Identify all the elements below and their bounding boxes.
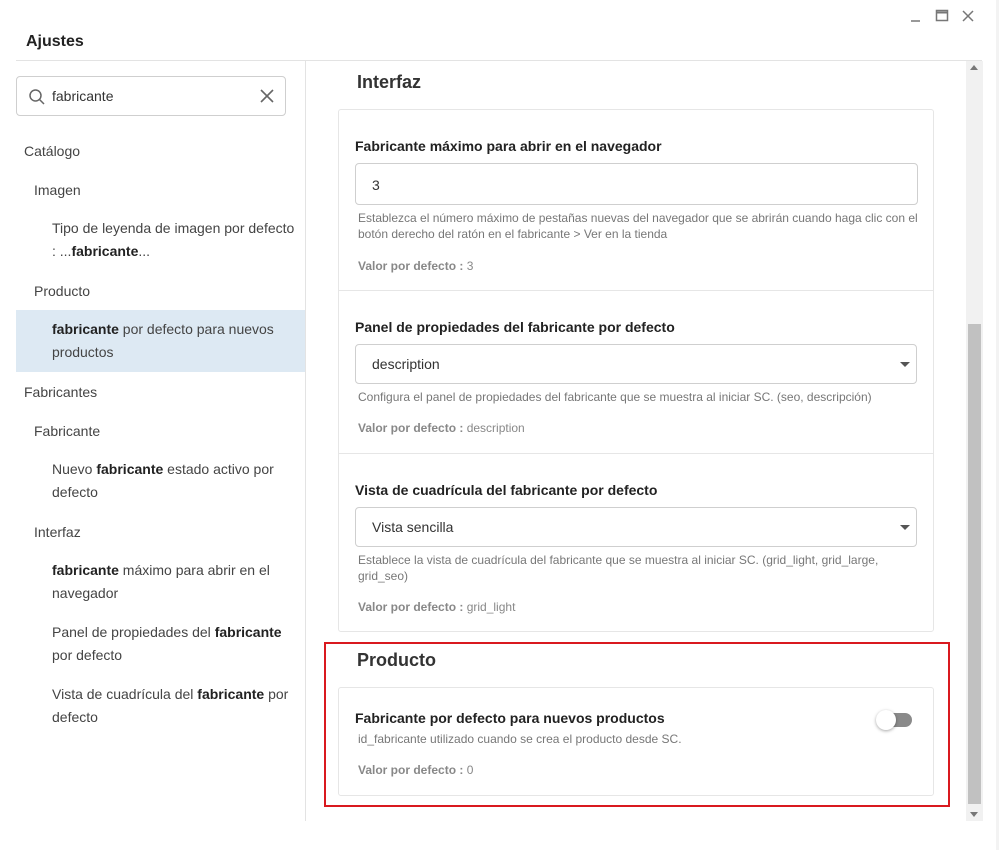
- tree-item-match: fabricante: [214, 624, 282, 640]
- default-label: Valor por defecto :: [358, 421, 464, 435]
- default-label: Valor por defecto :: [358, 600, 464, 614]
- highlight-box: [324, 642, 950, 807]
- search-icon: [28, 88, 46, 106]
- scroll-down-icon[interactable]: [970, 812, 978, 817]
- max-browser-default: Valor por defecto : 3: [358, 259, 473, 273]
- grid-view-label: Vista de cuadrícula del fabricante por d…: [355, 482, 658, 498]
- maximize-icon[interactable]: [934, 8, 950, 24]
- tree-item-match: fabricante: [52, 562, 119, 578]
- settings-window: Ajustes fabricante Catálogo Imagen Tipo …: [0, 0, 999, 850]
- tree-item-default-manufacturer[interactable]: fabricante por defecto para nuevos produ…: [16, 310, 305, 372]
- scrollbar[interactable]: [966, 61, 983, 821]
- grid-view-help: Establece la vista de cuadrícula del fab…: [358, 553, 879, 583]
- tree-item-match: fabricante: [52, 321, 119, 337]
- card-divider: [339, 290, 933, 291]
- tree-item-text: Vista de cuadrícula del: [52, 686, 198, 702]
- caret-down-icon: [900, 525, 910, 530]
- tree-item-catalogo[interactable]: Catálogo: [16, 131, 305, 170]
- max-browser-input[interactable]: 3: [355, 163, 918, 205]
- default-value: 3: [466, 259, 474, 273]
- default-value: description: [466, 421, 525, 435]
- clear-icon[interactable]: [258, 87, 276, 105]
- tree-item-producto[interactable]: Producto: [16, 271, 305, 310]
- properties-panel-help: Configura el panel de propiedades del fa…: [358, 390, 872, 404]
- tree-item-fabricantes[interactable]: Fabricantes: [16, 372, 305, 411]
- grid-view-select[interactable]: Vista sencilla: [355, 507, 917, 547]
- search-input[interactable]: fabricante: [16, 76, 286, 116]
- default-value: grid_light: [466, 600, 516, 614]
- grid-view-default: Valor por defecto : grid_light: [358, 600, 515, 614]
- tree-item-match: fabricante: [197, 686, 265, 702]
- tree-item-new-manufacturer-active[interactable]: Nuevo fabricante estado activo por defec…: [16, 450, 305, 512]
- tree-item-image-caption[interactable]: Tipo de leyenda de imagen por defecto : …: [16, 209, 305, 271]
- properties-panel-label: Panel de propiedades del fabricante por …: [355, 319, 675, 335]
- properties-panel-default: Valor por defecto : description: [358, 421, 525, 435]
- close-icon[interactable]: [960, 8, 976, 24]
- section-title-interfaz: Interfaz: [357, 72, 422, 92]
- tree-item-text: ...: [138, 243, 151, 259]
- window-title: Ajustes: [26, 33, 84, 50]
- header-divider: [16, 60, 982, 61]
- tree-item-text: Panel de propiedades del: [52, 624, 215, 640]
- tree-item-grid-view[interactable]: Vista de cuadrícula del fabricante por d…: [16, 675, 305, 737]
- default-label: Valor por defecto :: [358, 259, 464, 273]
- search-value[interactable]: fabricante: [52, 88, 113, 104]
- scroll-up-icon[interactable]: [970, 65, 978, 70]
- tree-item-interfaz[interactable]: Interfaz: [16, 512, 305, 551]
- max-browser-help: Establezca el número máximo de pestañas …: [358, 211, 918, 241]
- tree-item-match: fabricante: [96, 461, 164, 477]
- properties-panel-value: description: [372, 356, 440, 372]
- card-divider: [339, 453, 933, 454]
- tree-item-imagen[interactable]: Imagen: [16, 170, 305, 209]
- tree-item-properties-panel[interactable]: Panel de propiedades del fabricante por …: [16, 613, 305, 675]
- settings-tree: Catálogo Imagen Tipo de leyenda de image…: [16, 131, 305, 737]
- tree-item-match: fabricante: [71, 243, 139, 259]
- scrollbar-thumb[interactable]: [968, 324, 981, 804]
- panel-divider: [305, 61, 306, 821]
- tree-item-text: por defecto: [52, 647, 123, 663]
- tree-item-max-browser[interactable]: fabricante máximo para abrir en el naveg…: [16, 551, 305, 613]
- tree-item-fabricante[interactable]: Fabricante: [16, 411, 305, 450]
- properties-panel-select[interactable]: description: [355, 344, 917, 384]
- grid-view-value: Vista sencilla: [372, 519, 454, 535]
- tree-item-text: Nuevo: [52, 461, 97, 477]
- caret-down-icon: [900, 362, 910, 367]
- minimize-icon[interactable]: [908, 8, 924, 24]
- window-controls: [908, 8, 976, 24]
- max-browser-label: Fabricante máximo para abrir en el naveg…: [355, 138, 662, 154]
